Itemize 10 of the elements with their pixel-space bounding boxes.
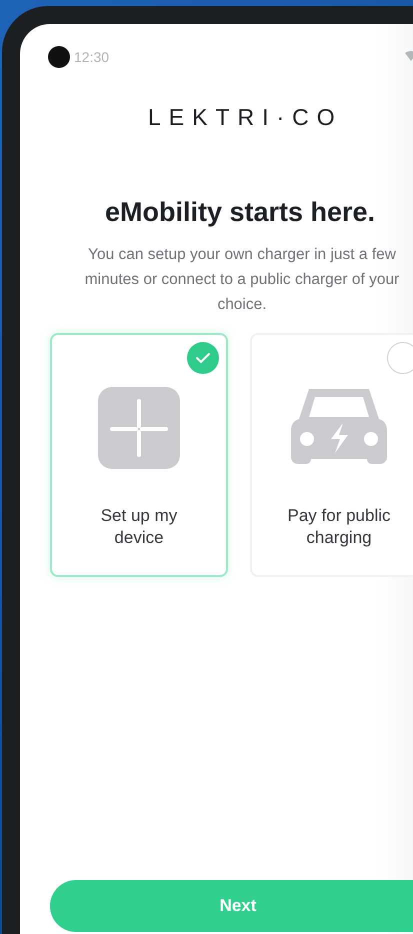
brand-logo: LEKTRI·CO [148,104,343,131]
option-card[interactable]: Pay for public charging [250,333,413,577]
status-time: 12:30 [74,49,110,65]
heading: eMobility starts here. [104,197,376,228]
description: You can setup your own charger in just a few minutes or connect to a public charger of your choice. [84,245,400,315]
option-card[interactable]: Set up my device [50,333,228,577]
camera-hole [48,46,70,68]
plus-square-icon [98,387,180,469]
option-label: Set up my device [100,505,178,549]
option-label: Pay for public charging [286,505,392,549]
